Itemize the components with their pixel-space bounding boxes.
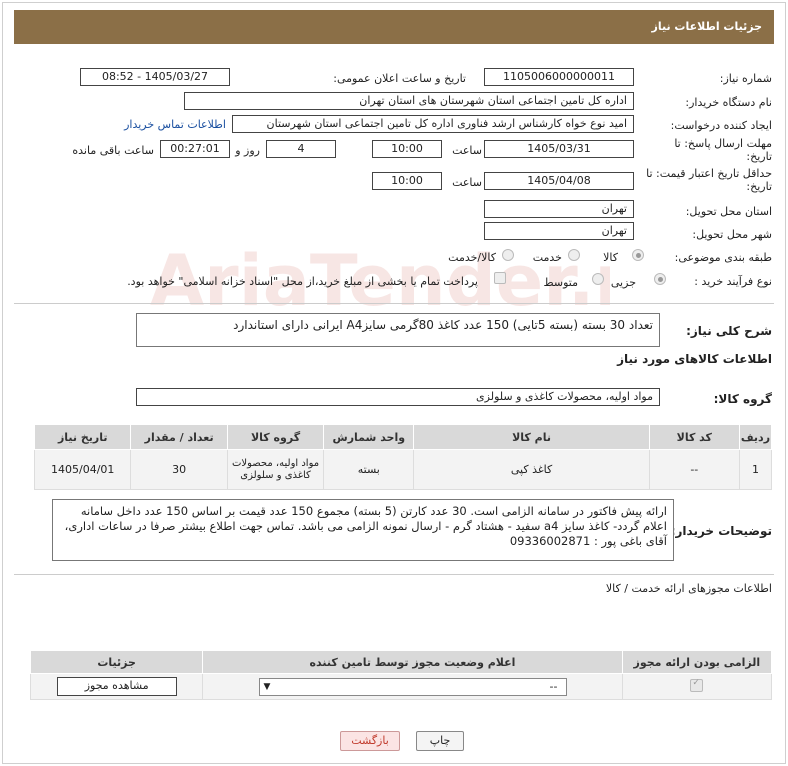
table-row: 1 -- کاغذ کپی بسته مواد اولیه، محصولات ک… <box>33 449 773 490</box>
city-field: تهران <box>484 222 634 240</box>
province-label: استان محل تحویل: <box>685 205 772 218</box>
col-code: کد کالا <box>648 424 740 450</box>
permits-title: اطلاعات مجوزهای ارائه خدمت / کالا <box>605 582 772 595</box>
process-medium-radio[interactable] <box>592 273 604 285</box>
buyer-notes-textarea[interactable]: ارائه پیش فاکتور در سامانه الزامی است. 3… <box>52 499 674 561</box>
cell-row: 1 <box>738 449 773 490</box>
deadline-time-label: ساعت <box>452 144 482 157</box>
goods-table: ردیف کد کالا نام کالا واحد شمارش گروه کا… <box>33 424 773 490</box>
process-medium-label: متوسط <box>543 276 578 289</box>
remaining-time-field: 00:27:01 <box>160 140 230 158</box>
page-title: جزئیات اطلاعات نیاز <box>14 10 774 44</box>
col-date: تاریخ نیاز <box>33 424 132 450</box>
cell-permit-status: -- ▼ <box>202 673 623 700</box>
col-unit: واحد شمارش <box>323 424 415 450</box>
col-permit-details: جزئیات <box>29 650 204 674</box>
cell-permit-required: ✓ <box>621 673 773 700</box>
cell-unit: بسته <box>323 449 415 490</box>
category-both-label: کالا/خدمت <box>448 251 496 264</box>
buyer-notes-label: توضیحات خریدار: <box>670 524 772 538</box>
divider <box>14 574 774 575</box>
cell-date: 1405/04/01 <box>33 449 132 490</box>
divider <box>14 303 774 304</box>
category-service-radio[interactable] <box>568 249 580 261</box>
announce-label: تاریخ و ساعت اعلان عمومی: <box>333 72 466 85</box>
payment-text: پرداخت تمام یا بخشی از مبلغ خرید،از محل … <box>127 275 478 288</box>
remaining-label: ساعت باقی مانده <box>72 144 154 157</box>
category-label: طبقه بندی موضوعی: <box>674 251 772 264</box>
announce-field: 1405/03/27 - 08:52 <box>80 68 230 86</box>
validity-date-field: 1405/04/08 <box>484 172 634 190</box>
contact-buyer-link[interactable]: اطلاعات تماس خریدار <box>124 118 226 131</box>
goods-group-field: مواد اولیه، محصولات کاغذی و سلولزی <box>136 388 660 406</box>
back-button[interactable]: بازگشت <box>340 731 400 751</box>
cell-code: -- <box>648 449 740 490</box>
days-field: 4 <box>266 140 336 158</box>
category-goods-label: کالا <box>603 251 618 264</box>
check-icon: ✓ <box>692 677 700 688</box>
need-number-label: شماره نیاز: <box>719 72 772 85</box>
print-button[interactable]: چاپ <box>416 731 464 751</box>
goods-table-header: ردیف کد کالا نام کالا واحد شمارش گروه کا… <box>33 424 773 450</box>
province-field: تهران <box>484 200 634 218</box>
deadline-date-field: 1405/03/31 <box>484 140 634 158</box>
permit-status-select[interactable]: -- ▼ <box>258 677 567 696</box>
creator-field: امید نوع خواه کارشناس ارشد فناوری اداره … <box>232 115 634 133</box>
cell-qty: 30 <box>130 449 228 490</box>
process-minor-label: جزیی <box>610 276 636 289</box>
col-permit-required: الزامی بودن ارائه مجوز <box>621 650 773 674</box>
city-label: شهر محل تحویل: <box>692 228 772 241</box>
deadline-label: مهلت ارسال پاسخ: تا تاریخ: <box>674 137 772 163</box>
permit-status-value: -- <box>549 679 558 693</box>
deadline-time-field: 10:00 <box>372 140 442 158</box>
process-label: نوع فرآیند خرید : <box>694 275 772 288</box>
table-row: ✓ -- ▼ مشاهده مجوز <box>29 673 773 700</box>
need-number-field: 1105006000000011 <box>484 68 634 86</box>
goods-group-label: گروه کالا: <box>713 392 772 406</box>
permit-required-checkbox[interactable]: ✓ <box>690 677 704 692</box>
permits-table-header: الزامی بودن ارائه مجوز اعلام وضعیت مجوز … <box>29 650 773 674</box>
col-row: ردیف <box>738 424 773 450</box>
category-both-radio[interactable] <box>502 249 514 261</box>
col-permit-status: اعلام وضعیت مجوز توسط تامین کننده <box>202 650 623 674</box>
buyer-field: اداره کل تامین اجتماعی استان شهرستان های… <box>184 92 634 110</box>
cell-permit-details: مشاهده مجوز <box>29 673 204 700</box>
category-service-label: خدمت <box>532 251 562 264</box>
col-name: نام کالا <box>413 424 650 450</box>
cell-group: مواد اولیه، محصولات کاغذی و سلولزی <box>226 449 325 490</box>
days-label: روز و <box>235 144 260 157</box>
goods-section-title: اطلاعات کالاهای مورد نیاز <box>617 352 772 366</box>
buyer-label: نام دستگاه خریدار: <box>685 96 772 109</box>
validity-label: حداقل تاریخ اعتبار قیمت: تا تاریخ: <box>646 167 772 193</box>
col-qty: تعداد / مقدار <box>130 424 228 450</box>
chevron-down-icon: ▼ <box>263 681 271 692</box>
description-label: شرح کلی نیاز: <box>686 324 772 338</box>
creator-label: ایجاد کننده درخواست: <box>670 119 772 132</box>
payment-checkbox[interactable] <box>494 272 506 284</box>
description-textarea[interactable]: تعداد 30 بسته (بسته 5تایی) 150 عدد کاغذ … <box>136 313 660 347</box>
process-minor-radio[interactable] <box>654 273 666 285</box>
cell-name: کاغذ کپی <box>413 449 650 490</box>
category-goods-radio[interactable] <box>632 249 644 261</box>
validity-time-field: 10:00 <box>372 172 442 190</box>
permits-table: الزامی بودن ارائه مجوز اعلام وضعیت مجوز … <box>29 650 773 700</box>
col-group: گروه کالا <box>226 424 325 450</box>
validity-time-label: ساعت <box>452 176 482 189</box>
view-permit-button[interactable]: مشاهده مجوز <box>56 677 177 696</box>
